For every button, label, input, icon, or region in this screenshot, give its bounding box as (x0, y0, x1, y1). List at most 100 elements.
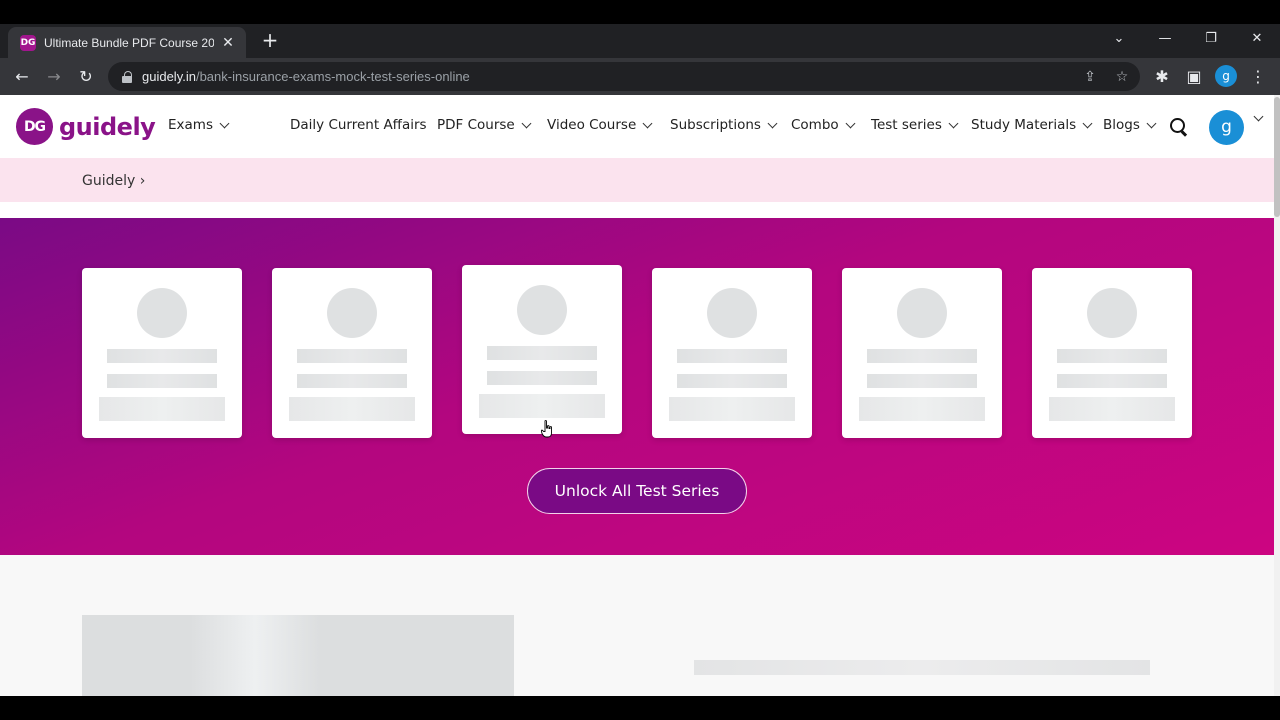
scrollbar-thumb[interactable] (1274, 97, 1280, 217)
nav-blogs[interactable]: Blogs (1103, 117, 1157, 133)
skeleton-line (867, 349, 977, 363)
nav-study-materials[interactable]: Study Materials (971, 117, 1093, 133)
skeleton-avatar (327, 288, 377, 338)
test-series-card-skeleton[interactable] (1032, 268, 1192, 438)
skeleton-line (677, 374, 787, 388)
new-tab-button[interactable]: + (258, 29, 282, 53)
lock-icon[interactable] (122, 70, 132, 83)
skeleton-line (297, 374, 407, 388)
test-series-card-skeleton[interactable] (842, 268, 1002, 438)
content-section-skeleton (0, 555, 1274, 696)
nav-test-series[interactable]: Test series (871, 117, 959, 133)
skeleton-avatar (707, 288, 757, 338)
browser-tabstrip: DG Ultimate Bundle PDF Course 2023 ✕ + ⌄… (0, 24, 1280, 58)
restore-button[interactable]: ❐ (1199, 28, 1223, 52)
hand-cursor-icon (541, 420, 552, 438)
chevron-down-icon (1146, 118, 1157, 128)
nav-pdf-course[interactable]: PDF Course (437, 117, 532, 133)
breadcrumb: Guidely › (0, 158, 1274, 202)
skeleton-line (867, 374, 977, 388)
test-series-card-skeleton[interactable] (272, 268, 432, 438)
skeleton-avatar (137, 288, 187, 338)
browser-menu-icon[interactable]: ⋮ (1245, 64, 1271, 90)
skeleton-line (487, 371, 597, 385)
browser-profile-avatar[interactable]: g (1215, 65, 1237, 87)
bookmark-star-icon[interactable]: ☆ (1112, 67, 1132, 87)
nav-daily-current-affairs[interactable]: Daily Current Affairs (290, 117, 427, 133)
nav-blogs-label: Blogs (1103, 117, 1140, 133)
site-header: DG guidely Exams Daily Current Affairs P… (0, 95, 1274, 158)
share-icon[interactable]: ⇪ (1080, 67, 1100, 87)
page-scrollbar[interactable] (1274, 95, 1280, 696)
unlock-all-test-series-button[interactable]: Unlock All Test Series (527, 468, 747, 514)
forward-arrow-icon[interactable]: → (41, 64, 67, 90)
skeleton-line (107, 349, 217, 363)
chevron-down-icon (642, 118, 653, 128)
nav-study-materials-label: Study Materials (971, 117, 1077, 133)
user-avatar[interactable]: g (1209, 110, 1244, 145)
chevron-down-icon (948, 118, 959, 128)
skeleton-avatar (517, 285, 567, 335)
skeleton-image (82, 615, 514, 696)
nav-daily-current-affairs-label: Daily Current Affairs (290, 117, 427, 133)
browser-tab-active[interactable]: DG Ultimate Bundle PDF Course 2023 ✕ (8, 27, 246, 58)
skeleton-avatar (897, 288, 947, 338)
skeleton-line (1057, 374, 1167, 388)
nav-pdf-course-label: PDF Course (437, 117, 515, 133)
skeleton-button (859, 397, 985, 421)
search-icon[interactable] (1170, 118, 1188, 136)
side-panel-icon[interactable]: ▣ (1181, 64, 1207, 90)
chevron-down-icon (1253, 111, 1264, 122)
skeleton-button (289, 397, 415, 421)
back-arrow-icon[interactable]: ← (9, 64, 35, 90)
chevron-down-icon (219, 118, 230, 128)
tab-search-chevron-down-icon[interactable]: ⌄ (1107, 28, 1131, 52)
test-series-card-skeleton[interactable] (652, 268, 812, 438)
nav-exams[interactable]: Exams (168, 117, 230, 133)
window-close-button[interactable]: ✕ (1245, 28, 1269, 52)
nav-combo-label: Combo (791, 117, 839, 133)
chevron-down-icon (521, 118, 532, 128)
guidely-favicon-icon: DG (20, 34, 36, 51)
account-menu-toggle[interactable] (1253, 111, 1264, 122)
logo-text: guidely (59, 112, 156, 141)
breadcrumb-guidely-link[interactable]: Guidely › (82, 173, 145, 189)
skeleton-line (677, 349, 787, 363)
extensions-puzzle-icon[interactable]: ✱ (1149, 64, 1175, 90)
skeleton-line (1057, 349, 1167, 363)
browser-toolbar: ← → ↻ guidely.in/bank-insurance-exams-mo… (0, 58, 1280, 95)
tab-title: Ultimate Bundle PDF Course 2023 (44, 35, 214, 50)
nav-combo[interactable]: Combo (791, 117, 856, 133)
chevron-down-icon (767, 118, 778, 128)
skeleton-line (297, 349, 407, 363)
url-path: /bank-insurance-exams-mock-test-series-o… (195, 69, 470, 84)
close-icon[interactable]: ✕ (220, 35, 236, 51)
chevron-down-icon (845, 118, 856, 128)
skeleton-button (669, 397, 795, 421)
logo-mark-icon: DG (16, 108, 53, 145)
screen: DG Ultimate Bundle PDF Course 2023 ✕ + ⌄… (0, 0, 1280, 720)
skeleton-line (107, 374, 217, 388)
skeleton-button (99, 397, 225, 421)
url-domain: guidely.in (142, 69, 196, 84)
nav-test-series-label: Test series (871, 117, 942, 133)
skeleton-button (1049, 397, 1175, 421)
guidely-logo[interactable]: DG guidely (16, 108, 156, 145)
chevron-down-icon (1082, 118, 1093, 128)
nav-subscriptions-label: Subscriptions (670, 117, 761, 133)
nav-exams-label: Exams (168, 117, 213, 133)
test-series-hero: Unlock All Test Series (0, 218, 1274, 555)
address-bar[interactable]: guidely.in/bank-insurance-exams-mock-tes… (108, 62, 1140, 91)
nav-subscriptions[interactable]: Subscriptions (670, 117, 778, 133)
skeleton-avatar (1087, 288, 1137, 338)
skeleton-line (487, 346, 597, 360)
nav-video-course[interactable]: Video Course (547, 117, 653, 133)
skeleton-button (479, 394, 605, 418)
test-series-card-skeleton[interactable] (82, 268, 242, 438)
minimize-button[interactable]: — (1153, 28, 1177, 52)
test-series-card-skeleton-hovered[interactable] (462, 265, 622, 434)
web-page: DG guidely Exams Daily Current Affairs P… (0, 95, 1280, 696)
skeleton-line (694, 660, 1150, 675)
reload-icon[interactable]: ↻ (73, 64, 99, 90)
nav-video-course-label: Video Course (547, 117, 637, 133)
